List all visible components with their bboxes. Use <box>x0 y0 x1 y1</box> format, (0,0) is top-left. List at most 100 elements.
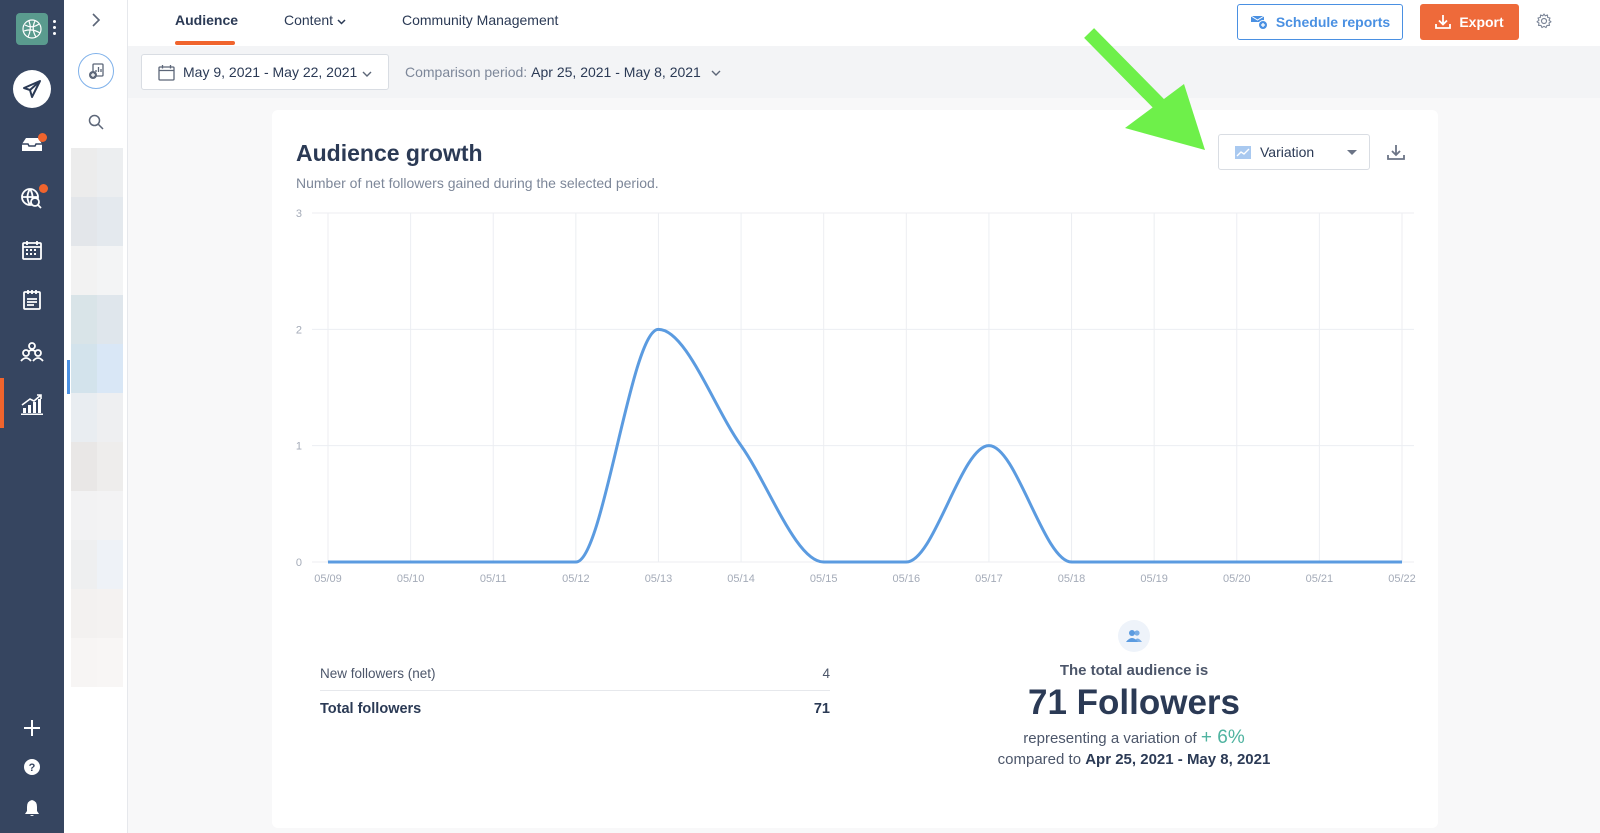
stat-label: Total followers <box>320 701 422 717</box>
export-label: Export <box>1459 14 1504 30</box>
y-tick-label: 1 <box>296 441 302 453</box>
account-item[interactable] <box>71 638 123 687</box>
compared-prefix: compared to <box>997 751 1082 768</box>
download-chart-button[interactable] <box>1386 142 1406 162</box>
account-item[interactable] <box>71 246 123 295</box>
plus-icon <box>24 720 40 736</box>
account-item[interactable] <box>71 295 123 344</box>
nav-item-add[interactable] <box>12 708 52 748</box>
tab-content[interactable]: Content <box>284 12 346 28</box>
account-item[interactable] <box>71 197 123 246</box>
chevron-down-icon <box>337 12 346 28</box>
comparison-label: Comparison period: <box>405 64 528 80</box>
chevron-right-icon <box>92 13 101 27</box>
users-icon <box>20 342 44 362</box>
active-tab-underline <box>175 41 235 45</box>
account-item[interactable] <box>71 589 123 638</box>
paper-plane-icon <box>23 80 41 98</box>
comparison-period-selector[interactable]: Comparison period: Apr 25, 2021 - May 8,… <box>405 64 721 80</box>
total-audience-summary: The total audience is 71 Followers repre… <box>932 620 1336 768</box>
stat-label: New followers (net) <box>320 666 436 681</box>
app-logo[interactable] <box>16 13 48 45</box>
chevron-down-icon <box>711 64 721 80</box>
search-accounts-button[interactable] <box>86 112 106 132</box>
x-tick-label: 05/19 <box>1140 573 1168 585</box>
nav-item-notes[interactable] <box>12 280 52 320</box>
nav-item-notifications[interactable] <box>12 788 52 828</box>
add-report-button[interactable] <box>78 53 114 89</box>
account-list <box>67 148 123 687</box>
expand-panel-button[interactable] <box>86 10 106 30</box>
calendar-icon <box>158 64 175 81</box>
total-followers-headline: 71 Followers <box>1027 683 1241 722</box>
listening-badge <box>39 184 48 193</box>
series-line-net-followers <box>328 327 1402 564</box>
tab-audience[interactable]: Audience <box>175 12 238 28</box>
add-report-icon <box>89 63 104 79</box>
x-tick-label: 05/22 <box>1388 573 1416 585</box>
comparison-range-value: Apr 25, 2021 - May 8, 2021 <box>531 64 701 80</box>
nav-item-calendar[interactable] <box>12 230 52 270</box>
nav-item-inbox[interactable] <box>12 124 52 164</box>
card-subtitle: Number of net followers gained during th… <box>296 175 659 191</box>
chart-view-selector[interactable]: Variation <box>1218 134 1370 170</box>
account-item[interactable] <box>67 344 123 394</box>
schedule-reports-label: Schedule reports <box>1275 14 1391 30</box>
account-item[interactable] <box>71 393 123 442</box>
compared-range: Apr 25, 2021 - May 8, 2021 <box>1085 751 1271 768</box>
top-bar: Audience Content Community Management Sc… <box>128 0 1600 46</box>
y-tick-label: 3 <box>296 208 302 220</box>
x-tick-label: 05/14 <box>727 573 755 585</box>
x-tick-label: 05/17 <box>975 573 1003 585</box>
x-tick-label: 05/16 <box>893 573 921 585</box>
account-item[interactable] <box>71 148 123 197</box>
date-range-picker[interactable]: May 9, 2021 - May 22, 2021 <box>141 54 389 90</box>
account-item[interactable] <box>71 491 123 540</box>
nav-item-publish[interactable] <box>13 70 51 108</box>
main-nav: ? <box>0 0 64 833</box>
x-tick-label: 05/15 <box>810 573 838 585</box>
line-chart-icon <box>1235 145 1251 159</box>
audience-icon <box>1118 620 1150 652</box>
more-menu-icon[interactable] <box>53 20 57 35</box>
export-button[interactable]: Export <box>1420 4 1519 40</box>
nav-item-analytics[interactable] <box>12 384 52 424</box>
x-tick-label: 05/18 <box>1058 573 1086 585</box>
summary-intro: The total audience is <box>1059 662 1209 679</box>
nav-item-help[interactable]: ? <box>12 747 52 787</box>
download-icon <box>1435 15 1452 29</box>
analytics-chart-icon <box>21 394 43 415</box>
variation-prefix: representing a variation of <box>1023 730 1197 747</box>
gear-icon <box>1536 13 1552 29</box>
caret-down-icon <box>1347 150 1357 155</box>
x-tick-label: 05/21 <box>1306 573 1334 585</box>
help-icon: ? <box>24 759 40 775</box>
active-indicator <box>0 378 4 428</box>
stats-row-new-followers: New followers (net) 4 <box>320 666 830 691</box>
accounts-panel <box>64 0 128 833</box>
search-icon <box>88 114 104 130</box>
chart-view-value: Variation <box>1260 144 1315 160</box>
settings-button[interactable] <box>1535 12 1553 30</box>
tab-community-label: Community Management <box>402 12 559 28</box>
inbox-badge <box>38 133 47 142</box>
account-item[interactable] <box>71 540 123 589</box>
x-tick-label: 05/11 <box>480 573 507 585</box>
tab-audience-label: Audience <box>175 12 239 28</box>
nav-item-team[interactable] <box>12 332 52 372</box>
stat-value: 71 <box>813 701 830 717</box>
bell-icon <box>25 800 39 816</box>
y-tick-label: 0 <box>296 557 302 569</box>
x-tick-label: 05/09 <box>314 573 342 585</box>
tab-community-management[interactable]: Community Management <box>402 12 558 28</box>
x-tick-label: 05/10 <box>397 573 425 585</box>
y-tick-label: 2 <box>296 324 302 336</box>
followers-stats-table: New followers (net) 4 Total followers 71 <box>320 666 830 717</box>
download-icon <box>1387 144 1405 160</box>
stat-value: 4 <box>822 666 830 681</box>
nav-item-listening[interactable] <box>12 178 52 218</box>
stats-row-total-followers: Total followers 71 <box>320 691 830 717</box>
schedule-reports-button[interactable]: Schedule reports <box>1237 4 1403 40</box>
audience-growth-card: Audience growth Number of net followers … <box>272 110 1438 828</box>
account-item[interactable] <box>71 442 123 491</box>
